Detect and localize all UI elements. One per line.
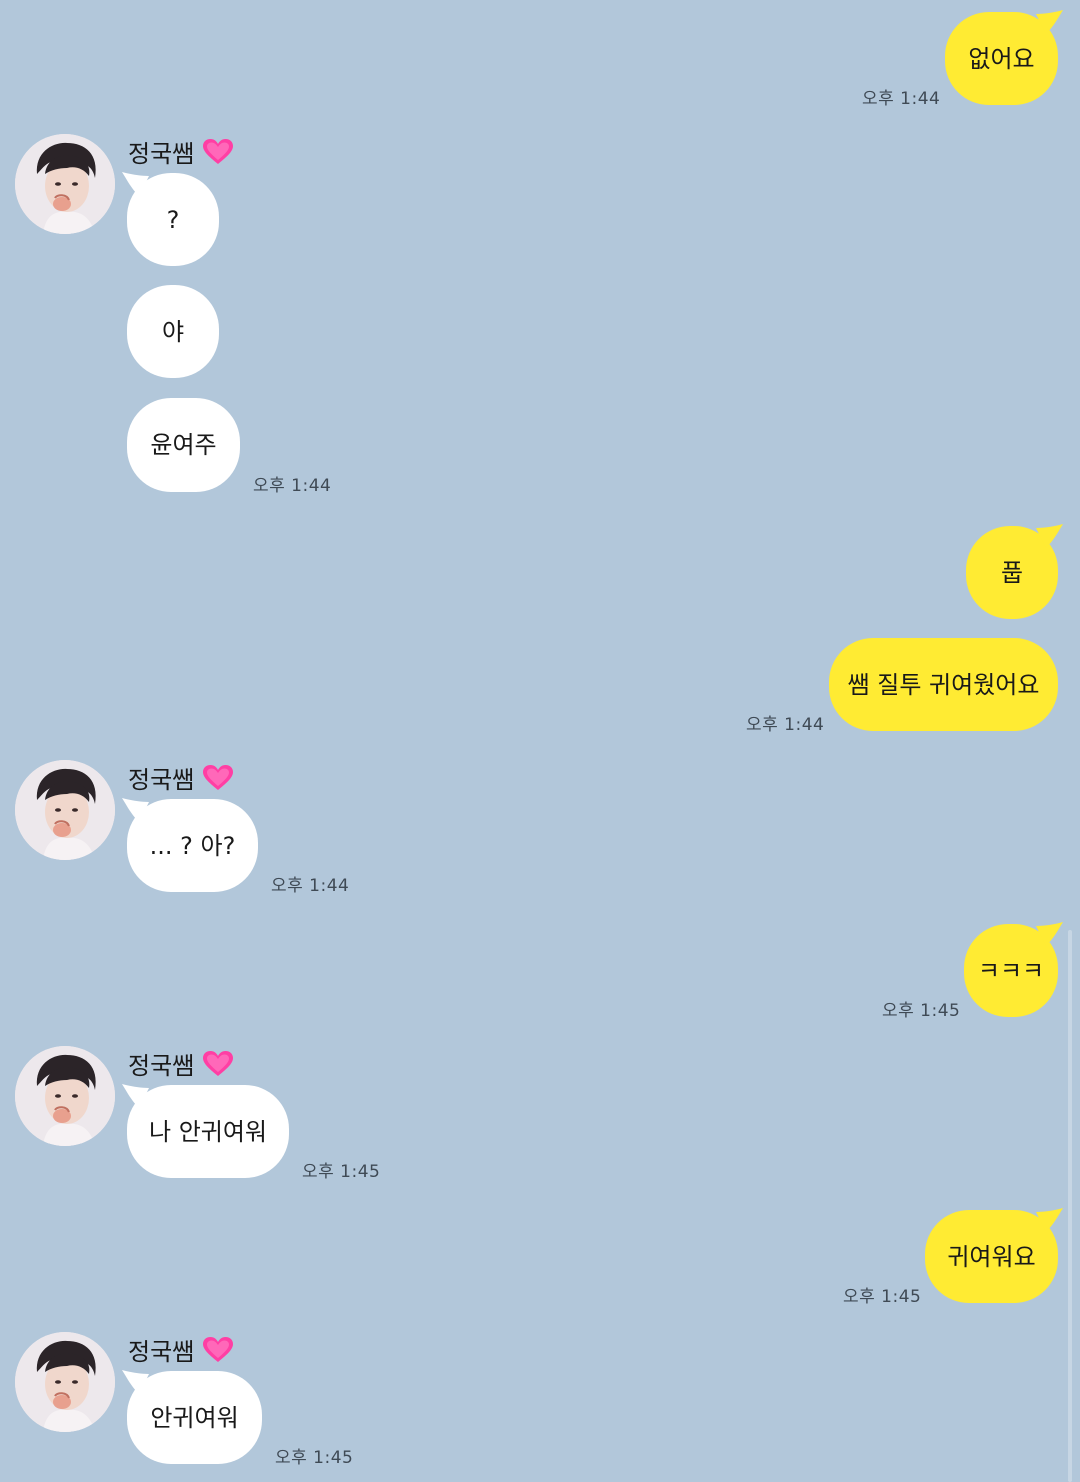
message-time: 오후 1:44 <box>253 476 332 496</box>
their-message-bubble[interactable]: ? <box>127 173 219 266</box>
message-time: 오후 1:44 <box>746 715 825 735</box>
message-time: 오후 1:44 <box>271 876 350 896</box>
contact-avatar[interactable] <box>15 134 115 234</box>
pink-heart-icon <box>203 138 234 164</box>
contact-avatar[interactable] <box>15 1332 115 1432</box>
contact-avatar[interactable] <box>15 760 115 860</box>
their-message-bubble[interactable]: 나 안귀여워 <box>127 1085 289 1178</box>
contact-name: 정국쌤 <box>128 760 234 795</box>
their-message-bubble[interactable]: ... ? 아? <box>127 799 258 892</box>
message-time: 오후 1:45 <box>882 1001 961 1021</box>
message-time: 오후 1:44 <box>862 89 941 109</box>
chat-room: 오후 1:44 없어요 정국쌤 ? 야 윤여주 오후 1:44 풉 쌤 질투 귀… <box>0 0 1080 1482</box>
contact-avatar[interactable] <box>15 1046 115 1146</box>
my-message-bubble[interactable]: 쌤 질투 귀여웠어요 <box>829 638 1058 731</box>
message-time: 오후 1:45 <box>302 1162 381 1182</box>
pink-heart-icon <box>203 1336 234 1362</box>
pink-heart-icon <box>203 764 234 790</box>
message-time: 오후 1:45 <box>843 1287 922 1307</box>
contact-name-label: 정국쌤 <box>128 766 195 794</box>
their-message-bubble[interactable]: 야 <box>127 285 219 378</box>
bubble-tail-icon <box>1036 10 1063 34</box>
bubble-tail-icon <box>1036 922 1063 946</box>
contact-name: 정국쌤 <box>128 1332 234 1367</box>
contact-name-label: 정국쌤 <box>128 1052 195 1080</box>
contact-name: 정국쌤 <box>128 1046 234 1081</box>
contact-name-label: 정국쌤 <box>128 1338 195 1366</box>
bubble-tail-icon <box>1036 1208 1063 1232</box>
contact-name: 정국쌤 <box>128 134 234 169</box>
contact-name-label: 정국쌤 <box>128 140 195 168</box>
scrollbar[interactable] <box>1068 930 1072 1482</box>
their-message-bubble[interactable]: 안귀여워 <box>127 1371 262 1464</box>
message-time: 오후 1:45 <box>275 1448 354 1468</box>
pink-heart-icon <box>203 1050 234 1076</box>
their-message-bubble[interactable]: 윤여주 <box>127 398 240 492</box>
bubble-tail-icon <box>1036 524 1063 548</box>
